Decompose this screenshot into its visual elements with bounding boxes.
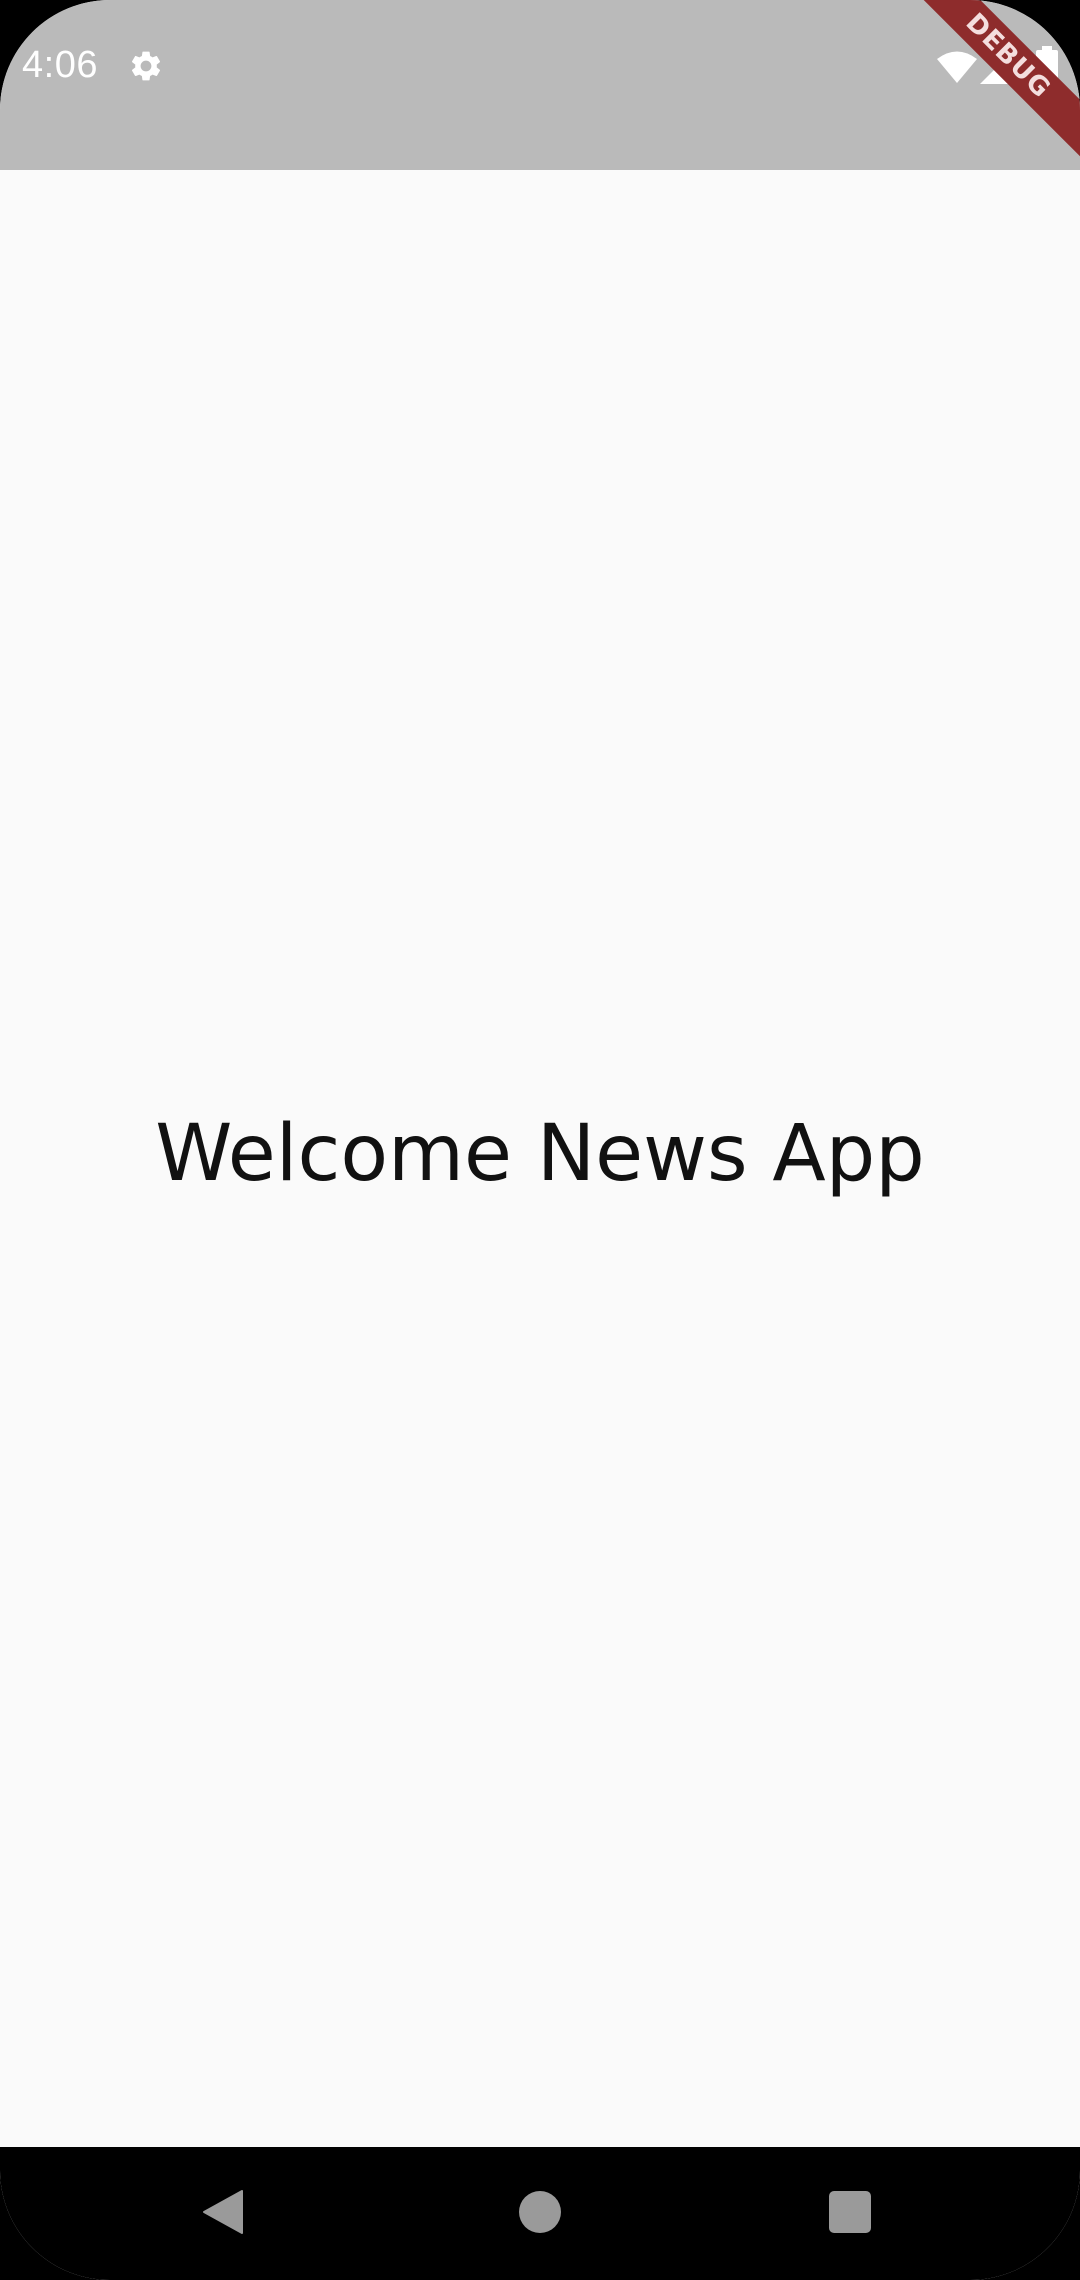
back-icon[interactable] xyxy=(200,2189,246,2235)
status-bar: 4:06 xyxy=(0,0,1080,170)
navigation-bar xyxy=(0,2147,1080,2280)
battery-icon xyxy=(1036,46,1058,84)
gear-icon xyxy=(131,51,161,81)
status-time: 4:06 xyxy=(22,44,98,86)
main-content: Welcome News App xyxy=(0,170,1080,2147)
welcome-title: Welcome News App xyxy=(155,1108,925,1199)
home-icon[interactable] xyxy=(519,2191,561,2233)
recents-icon[interactable] xyxy=(829,2191,871,2233)
device-screen: 4:06 DEBUG Welcome News App xyxy=(0,0,1080,2280)
wifi-icon xyxy=(937,51,977,83)
signal-icon xyxy=(980,48,1016,84)
